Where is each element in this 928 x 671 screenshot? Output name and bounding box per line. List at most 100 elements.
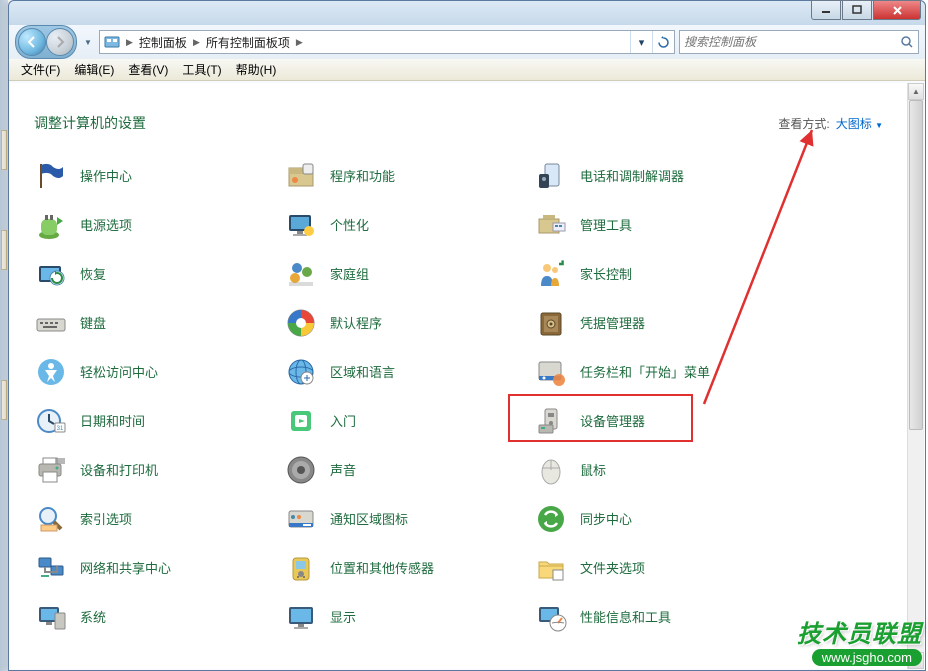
minimize-button[interactable] xyxy=(811,0,841,20)
cp-item-mouse[interactable]: 鼠标 xyxy=(528,445,778,494)
cp-item-label: 程序和功能 xyxy=(330,166,395,185)
cp-item-ease-of-access[interactable]: 轻松访问中心 xyxy=(28,347,278,396)
safe-icon xyxy=(534,306,568,340)
cp-item-taskbar-start[interactable]: 任务栏和「开始」菜单 xyxy=(528,347,778,396)
cp-item-performance-info[interactable]: 性能信息和工具 xyxy=(528,592,778,641)
cp-item-location-sensors[interactable]: 位置和其他传感器 xyxy=(278,543,528,592)
cp-item-admin-tools[interactable]: 管理工具 xyxy=(528,200,778,249)
cp-item-default-programs[interactable]: 默认程序 xyxy=(278,298,528,347)
cp-item-programs-features[interactable]: 程序和功能 xyxy=(278,151,528,200)
cp-item-sync-center[interactable]: 同步中心 xyxy=(528,494,778,543)
search-icon[interactable] xyxy=(900,35,914,49)
folder-icon xyxy=(534,551,568,585)
items-grid: 操作中心 程序和功能 电话和调制解调器电源选项 个性化 管理工具恢复 家庭组家长控制键盘默… xyxy=(10,151,907,641)
breadcrumb-sep[interactable]: ▶ xyxy=(294,37,305,48)
address-dropdown[interactable]: ▾ xyxy=(630,31,652,53)
cp-item-label: 网络和共享中心 xyxy=(80,558,171,577)
cp-item-action-center[interactable]: 操作中心 xyxy=(28,151,278,200)
cp-item-system[interactable]: 系统 xyxy=(28,592,278,641)
maximize-button[interactable] xyxy=(842,0,872,20)
people-icon xyxy=(284,257,318,291)
family-icon xyxy=(534,257,568,291)
breadcrumb-sep[interactable]: ▶ xyxy=(124,37,135,48)
cp-item-label: 电话和调制解调器 xyxy=(580,166,684,185)
cp-item-label: 索引选项 xyxy=(80,509,132,528)
cp-item-region-language[interactable]: 区域和语言 xyxy=(278,347,528,396)
back-button[interactable] xyxy=(18,28,46,56)
speaker-icon xyxy=(284,453,318,487)
menu-view[interactable]: 查看(V) xyxy=(122,59,174,80)
cp-item-label: 通知区域图标 xyxy=(330,509,408,528)
cp-item-label: 声音 xyxy=(330,460,356,479)
taskbar-icon xyxy=(534,355,568,389)
cp-item-indexing-options[interactable]: 索引选项 xyxy=(28,494,278,543)
page-title: 调整计算机的设置 xyxy=(34,113,146,133)
vertical-scrollbar[interactable]: ▲ ▼ xyxy=(907,83,924,669)
printer-icon xyxy=(34,453,68,487)
menu-file[interactable]: 文件(F) xyxy=(15,59,66,80)
cp-item-label: 显示 xyxy=(330,607,356,626)
cp-item-label: 性能信息和工具 xyxy=(580,607,671,626)
watermark-title: 技术员联盟 xyxy=(797,614,922,649)
tray-icon xyxy=(284,502,318,536)
search-input[interactable] xyxy=(684,35,900,49)
content-area: 调整计算机的设置 查看方式: 大图标 ▼ 操作中心程序和功能电话和调制解调器电源… xyxy=(10,83,907,669)
cp-item-folder-options[interactable]: 文件夹选项 xyxy=(528,543,778,592)
control-panel-window: ▼ ▶ 控制面板 ▶ 所有控制面板项 ▶ ▾ 文件(F) 编辑(E) 查看(V) xyxy=(8,0,926,671)
cp-item-date-time[interactable]: 31日期和时间 xyxy=(28,396,278,445)
cp-item-phone-modem[interactable]: 电话和调制解调器 xyxy=(528,151,778,200)
menu-tools[interactable]: 工具(T) xyxy=(176,59,227,80)
cp-item-sound[interactable]: 声音 xyxy=(278,445,528,494)
cp-item-display[interactable]: 显示 xyxy=(278,592,528,641)
view-by-dropdown[interactable]: 大图标 ▼ xyxy=(836,115,883,132)
globe-icon xyxy=(284,355,318,389)
forward-button[interactable] xyxy=(46,28,74,56)
cp-item-network-sharing[interactable]: 网络和共享中心 xyxy=(28,543,278,592)
search-box[interactable] xyxy=(679,30,919,54)
cp-item-homegroup[interactable]: 家庭组 xyxy=(278,249,528,298)
refresh-button[interactable] xyxy=(652,31,674,53)
cp-item-label: 同步中心 xyxy=(580,509,632,528)
cp-item-getting-started[interactable]: 入门 xyxy=(278,396,528,445)
location-icon xyxy=(284,551,318,585)
cp-item-devices-printers[interactable]: 设备和打印机 xyxy=(28,445,278,494)
cp-item-notification-icons[interactable]: 通知区域图标 xyxy=(278,494,528,543)
cp-item-label: 设备管理器 xyxy=(580,411,645,430)
system-icon xyxy=(34,600,68,634)
control-panel-icon xyxy=(102,32,122,52)
cp-item-label: 区域和语言 xyxy=(330,362,395,381)
cp-item-label: 文件夹选项 xyxy=(580,558,645,577)
svg-text:31: 31 xyxy=(57,426,64,432)
gauge-icon xyxy=(534,600,568,634)
cp-item-device-manager[interactable]: 设备管理器 xyxy=(528,396,778,445)
breadcrumb-sep[interactable]: ▶ xyxy=(191,37,202,48)
close-button[interactable] xyxy=(873,0,921,20)
cp-item-label: 操作中心 xyxy=(80,166,132,185)
breadcrumb-root[interactable]: 控制面板 xyxy=(135,34,191,51)
sync-icon xyxy=(534,502,568,536)
cp-item-parental-controls[interactable]: 家长控制 xyxy=(528,249,778,298)
cp-item-label: 恢复 xyxy=(80,264,106,283)
clock-icon: 31 xyxy=(34,404,68,438)
breadcrumb-current[interactable]: 所有控制面板项 xyxy=(202,34,294,51)
scroll-up-button[interactable]: ▲ xyxy=(908,83,924,100)
scroll-thumb[interactable] xyxy=(909,100,923,430)
cp-item-label: 入门 xyxy=(330,411,356,430)
cp-item-label: 凭据管理器 xyxy=(580,313,645,332)
menu-edit[interactable]: 编辑(E) xyxy=(68,59,120,80)
background-window-edge xyxy=(0,0,8,671)
recovery-icon xyxy=(34,257,68,291)
cp-item-label: 电源选项 xyxy=(80,215,132,234)
cp-item-credential-manager[interactable]: 凭据管理器 xyxy=(528,298,778,347)
cp-item-keyboard[interactable]: 键盘 xyxy=(28,298,278,347)
address-bar[interactable]: ▶ 控制面板 ▶ 所有控制面板项 ▶ ▾ xyxy=(99,30,675,54)
cp-item-label: 任务栏和「开始」菜单 xyxy=(580,362,710,381)
cp-item-personalization[interactable]: 个性化 xyxy=(278,200,528,249)
watermark-url: www.jsgho.com xyxy=(812,649,922,666)
cp-item-label: 管理工具 xyxy=(580,215,632,234)
cp-item-recovery[interactable]: 恢复 xyxy=(28,249,278,298)
title-bar xyxy=(9,1,925,25)
cp-item-power-options[interactable]: 电源选项 xyxy=(28,200,278,249)
nav-history-dropdown[interactable]: ▼ xyxy=(81,38,95,47)
menu-help[interactable]: 帮助(H) xyxy=(230,59,283,80)
